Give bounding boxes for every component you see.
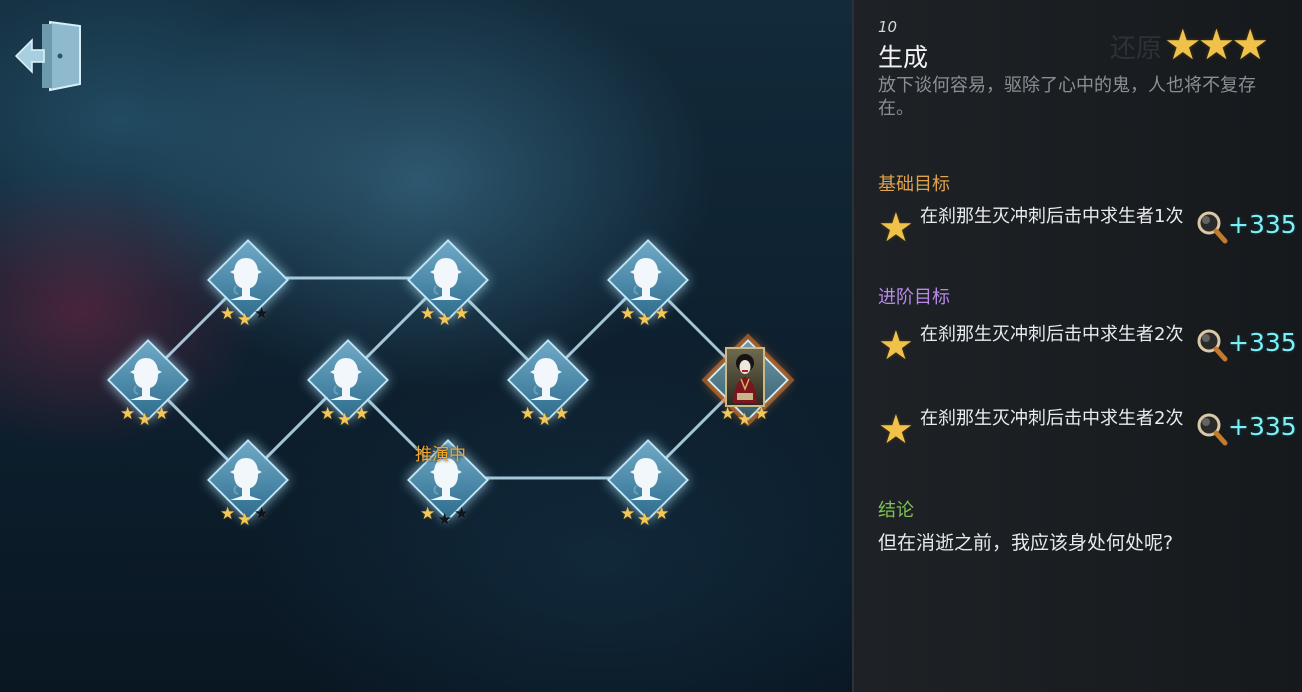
conclusion-heading: 结论 bbox=[878, 500, 914, 521]
map-node-3[interactable]: ★ ★ ★ bbox=[206, 438, 290, 529]
advanced-objectives-heading: 进阶目标 bbox=[878, 287, 950, 308]
star-filled-icon: ★ bbox=[237, 510, 253, 530]
star-filled-icon: ★ bbox=[137, 410, 153, 430]
objective-star-icon: ★ bbox=[878, 205, 914, 251]
objective-item: ★ 在刹那生灭冲刺后击中求生者2次 +335 bbox=[878, 323, 1297, 374]
map-node-7[interactable]: ★ ★ ★ bbox=[506, 338, 590, 429]
star-filled-icon: ★ bbox=[637, 510, 653, 530]
map-node-1[interactable]: ★ ★ ★ bbox=[106, 338, 190, 429]
exit-button[interactable] bbox=[14, 18, 84, 96]
detective-silhouette-icon bbox=[630, 258, 662, 300]
rating-star-icon: ★ bbox=[1197, 20, 1236, 69]
objective-item: ★ 在刹那生灭冲刺后击中求生者2次 +335 bbox=[878, 407, 1297, 458]
star-filled-icon: ★ bbox=[620, 504, 636, 524]
basic-objectives-heading: 基础目标 bbox=[878, 174, 950, 195]
star-filled-icon: ★ bbox=[154, 404, 170, 424]
objective-star-icon: ★ bbox=[878, 407, 914, 453]
star-filled-icon: ★ bbox=[337, 410, 353, 430]
chapter-description: 放下谈何容易，驱除了心中的鬼，人也将不复存在。 bbox=[878, 75, 1256, 119]
magnifier-clue-icon bbox=[1197, 329, 1228, 362]
star-filled-icon: ★ bbox=[654, 504, 670, 524]
star-filled-icon: ★ bbox=[620, 304, 636, 324]
star-filled-icon: ★ bbox=[454, 304, 470, 324]
map-node-2[interactable]: ★ ★ ★ bbox=[206, 238, 290, 329]
objective-item: ★ 在刹那生灭冲刺后击中求生者1次 +335 bbox=[878, 205, 1297, 256]
star-empty-icon: ★ bbox=[454, 504, 470, 524]
magnifier-clue-icon bbox=[1197, 413, 1228, 446]
detective-silhouette-icon bbox=[630, 458, 662, 500]
star-filled-icon: ★ bbox=[637, 310, 653, 330]
star-empty-icon: ★ bbox=[437, 510, 453, 530]
objective-reward: +335 bbox=[1228, 412, 1297, 441]
conclusion-text: 但在消逝之前，我应该身处何处呢? bbox=[878, 532, 1174, 554]
rating-star-icon: ★ bbox=[1164, 20, 1202, 69]
star-empty-icon: ★ bbox=[254, 304, 270, 324]
map-node-5[interactable]: ★ ★ ★ bbox=[406, 238, 490, 329]
chapter-title: 生成 bbox=[878, 43, 929, 72]
exit-door-icon bbox=[14, 20, 81, 92]
star-empty-icon: ★ bbox=[254, 504, 270, 524]
background-watermark: 还原 bbox=[1110, 34, 1163, 64]
detective-silhouette-icon bbox=[330, 358, 362, 400]
geisha-portrait-icon bbox=[725, 347, 765, 407]
deduction-map: ★ ★ ★ ★ ★ ★ ★ ★ ★ ★ ★ ★ ★ ★ ★ ★ ★ ★ ★ ★ ★ ★ ★ ★ bbox=[0, 0, 852, 692]
objective-text: 在刹那生灭冲刺后击中求生者1次 bbox=[920, 206, 1184, 227]
chapter-star-rating: ★★★ bbox=[1164, 20, 1269, 69]
chapter-number: 10 bbox=[878, 18, 898, 36]
detective-silhouette-icon bbox=[530, 358, 562, 400]
objective-text: 在刹那生灭冲刺后击中求生者2次 bbox=[920, 408, 1184, 429]
star-filled-icon: ★ bbox=[220, 504, 236, 524]
star-filled-icon: ★ bbox=[737, 410, 753, 430]
detective-silhouette-icon bbox=[230, 258, 262, 300]
star-filled-icon: ★ bbox=[554, 404, 570, 424]
map-node-9[interactable]: ★ ★ ★ bbox=[606, 438, 690, 529]
star-filled-icon: ★ bbox=[437, 310, 453, 330]
star-filled-icon: ★ bbox=[354, 404, 370, 424]
detective-silhouette-icon bbox=[430, 258, 462, 300]
rating-star-icon: ★ bbox=[1231, 20, 1269, 69]
objective-reward: +335 bbox=[1228, 210, 1297, 239]
star-filled-icon: ★ bbox=[537, 410, 553, 430]
magnifier-clue-icon bbox=[1197, 211, 1228, 244]
map-node-10-current[interactable]: ★ ★ ★ bbox=[706, 338, 790, 429]
star-filled-icon: ★ bbox=[420, 504, 436, 524]
star-filled-icon: ★ bbox=[320, 404, 336, 424]
star-filled-icon: ★ bbox=[220, 304, 236, 324]
detective-silhouette-icon bbox=[130, 358, 162, 400]
star-filled-icon: ★ bbox=[520, 404, 536, 424]
star-filled-icon: ★ bbox=[420, 304, 436, 324]
star-filled-icon: ★ bbox=[654, 304, 670, 324]
in-progress-label: 推演中 bbox=[415, 445, 466, 465]
chapter-detail-panel: 还原 10 生成 ★★★ 放下谈何容易，驱除了心中的鬼，人也将不复存在。 基础目… bbox=[852, 0, 1302, 692]
star-filled-icon: ★ bbox=[120, 404, 136, 424]
map-node-8[interactable]: ★ ★ ★ bbox=[606, 238, 690, 329]
objective-star-icon: ★ bbox=[878, 323, 914, 369]
objective-reward: +335 bbox=[1228, 328, 1297, 357]
star-filled-icon: ★ bbox=[720, 404, 736, 424]
map-node-4[interactable]: ★ ★ ★ bbox=[306, 338, 390, 429]
objective-text: 在刹那生灭冲刺后击中求生者2次 bbox=[920, 324, 1184, 345]
star-filled-icon: ★ bbox=[237, 310, 253, 330]
detective-silhouette-icon bbox=[230, 458, 262, 500]
star-filled-icon: ★ bbox=[754, 404, 770, 424]
